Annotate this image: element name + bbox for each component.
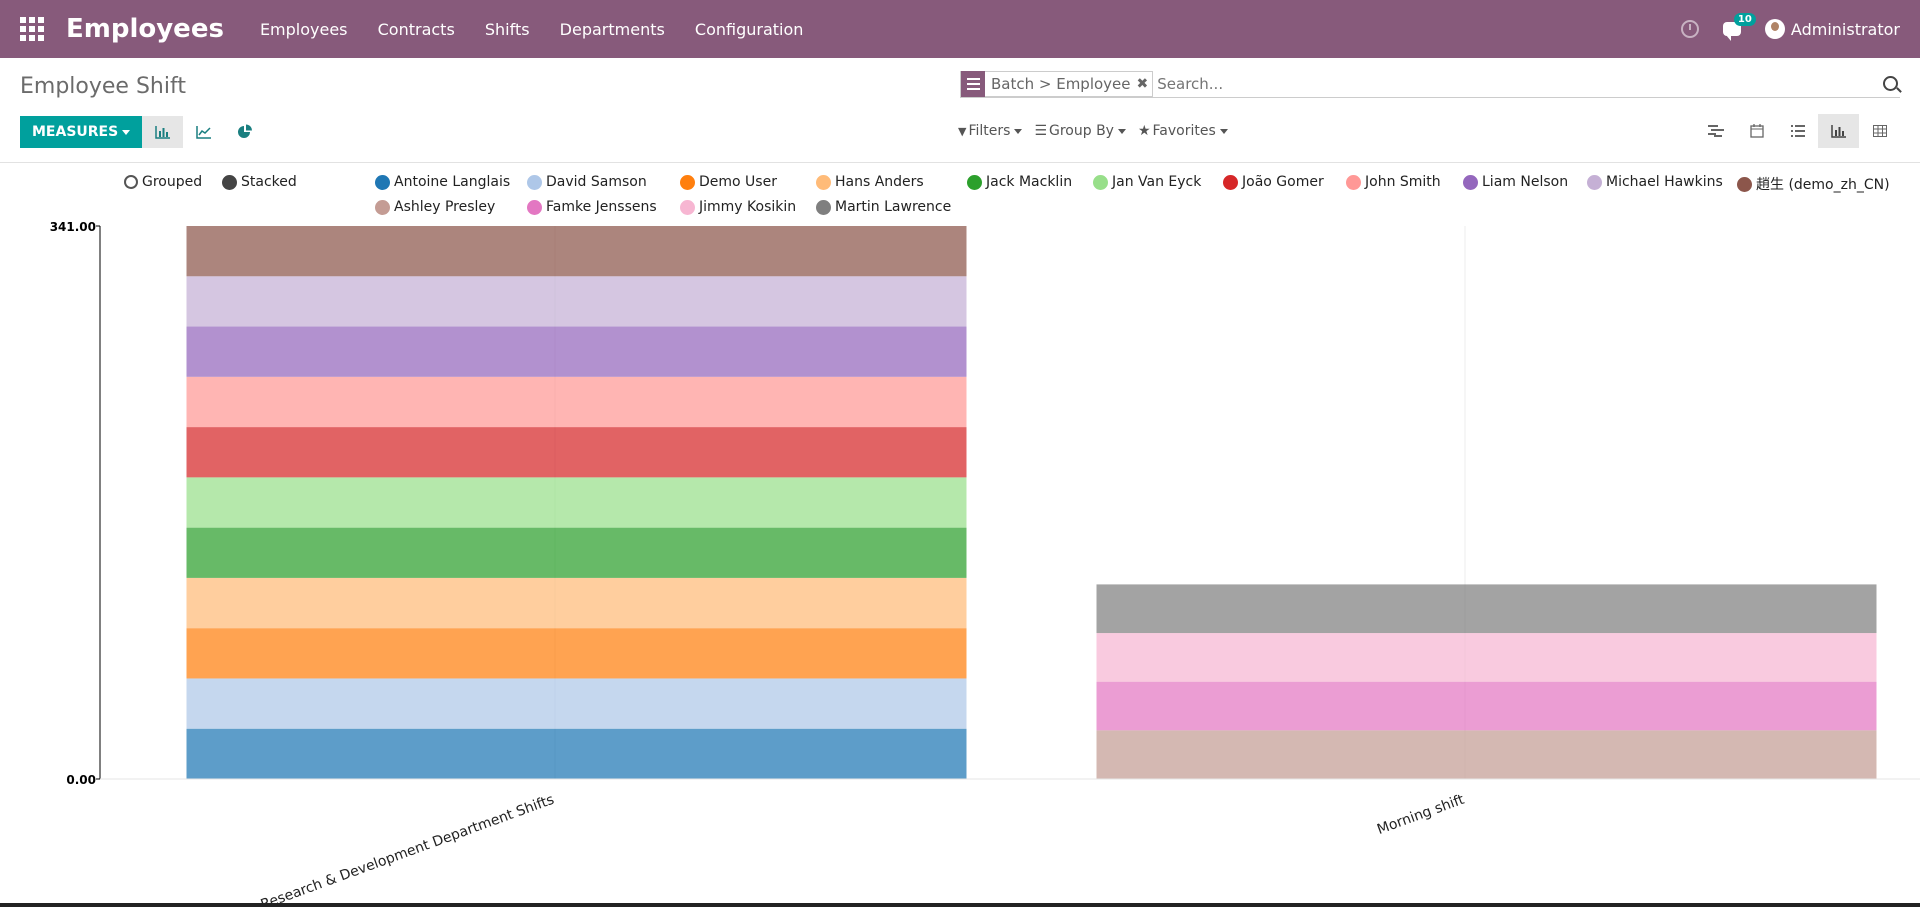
bar-segment[interactable]: [186, 577, 967, 629]
bar-segment[interactable]: [1096, 584, 1877, 634]
bar-segment[interactable]: [186, 628, 967, 679]
bar-segment[interactable]: [186, 276, 967, 327]
bar-segment[interactable]: [186, 376, 967, 428]
bottom-edge: [0, 903, 1920, 907]
bar-segment[interactable]: [186, 226, 967, 277]
bar-segment[interactable]: [186, 527, 967, 578]
stacked-bar-chart: 341.00 0.00 Research & Development Departm…: [50, 220, 1920, 907]
y-tick-label: 0.00: [66, 773, 96, 787]
x-tick-label: Research & Development Department Shifts: [259, 792, 557, 907]
bar-segment[interactable]: [1096, 730, 1877, 779]
bar-segment[interactable]: [186, 728, 967, 779]
bar-segment[interactable]: [186, 477, 967, 528]
bar-segment[interactable]: [1096, 681, 1877, 731]
bar-segment[interactable]: [186, 326, 967, 377]
bar-segment[interactable]: [186, 427, 967, 478]
x-tick-label: Morning shift: [1375, 792, 1467, 838]
bar-segment[interactable]: [186, 678, 967, 729]
y-tick-label: 341.00: [50, 220, 96, 234]
bar-segment[interactable]: [1096, 633, 1877, 682]
